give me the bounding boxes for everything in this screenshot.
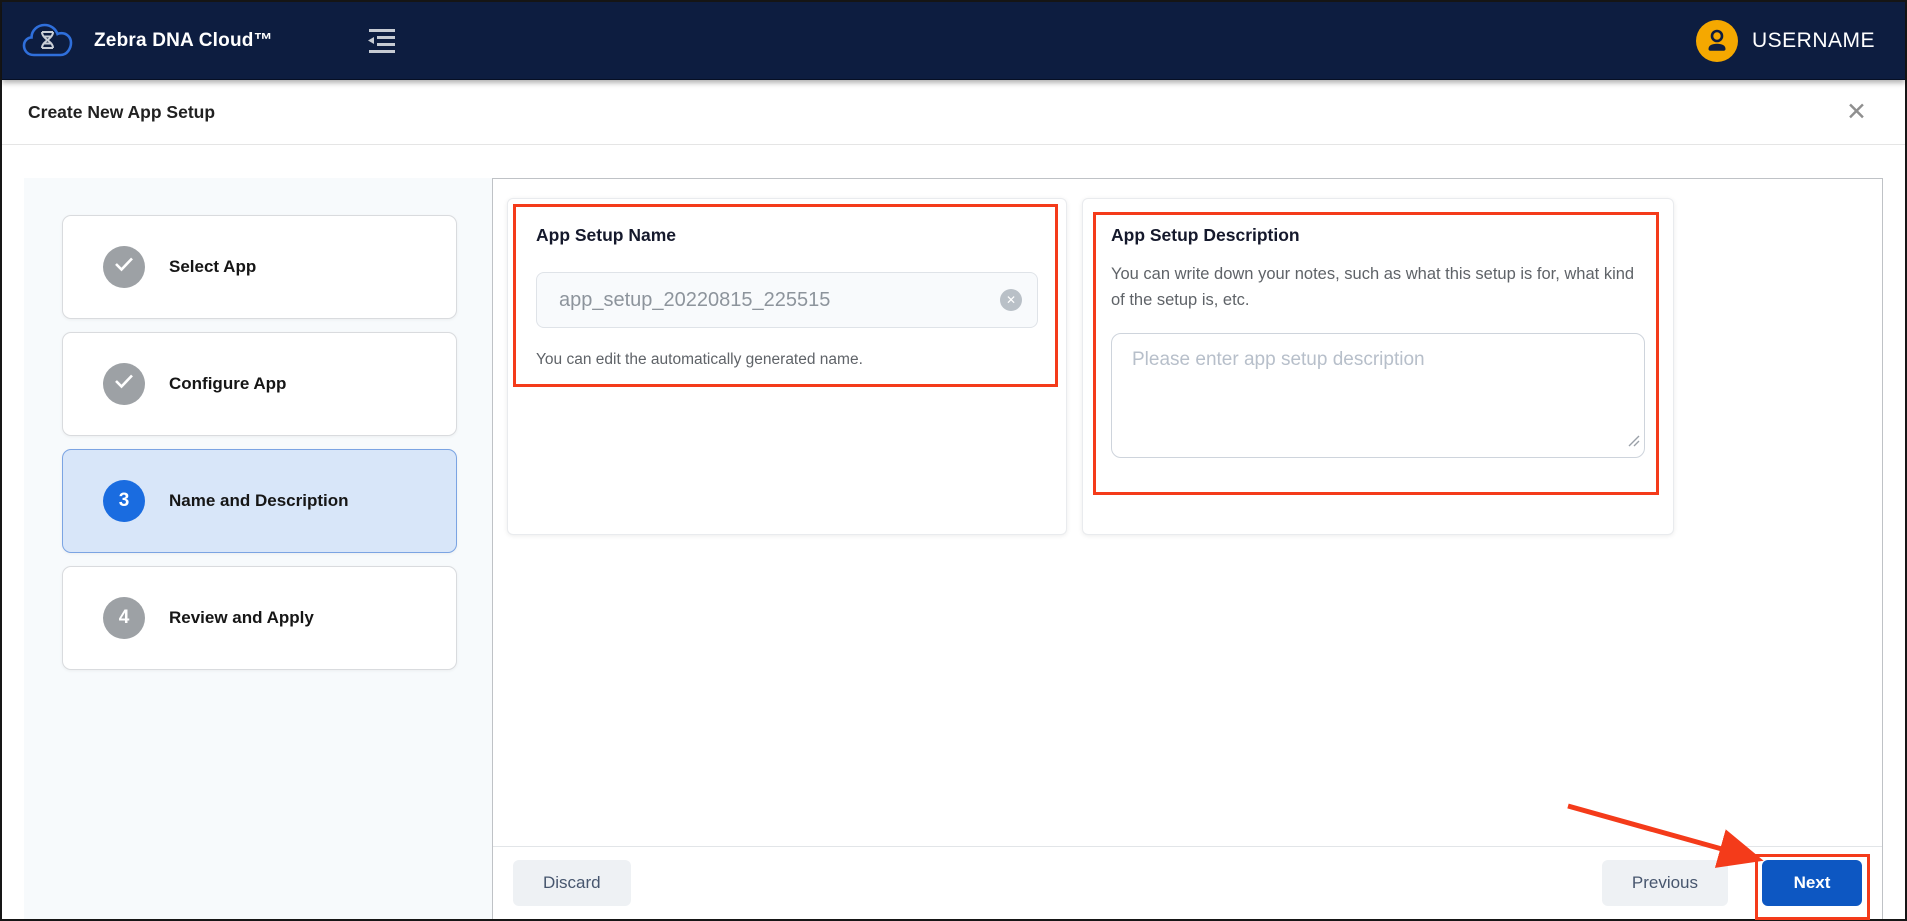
brand-title: Zebra DNA Cloud™ <box>94 30 273 52</box>
app-setup-description-heading: App Setup Description <box>1111 225 1645 246</box>
next-button[interactable]: Next <box>1762 860 1862 906</box>
step-label: Configure App <box>169 374 286 394</box>
zebra-dna-cloud-logo-icon <box>20 17 82 65</box>
step-number-badge: 4 <box>103 597 145 639</box>
textarea-resize-handle-icon[interactable] <box>1628 434 1640 452</box>
step-card-review-and-apply[interactable]: 4 Review and Apply <box>62 566 457 670</box>
indent-decrease-menu-icon[interactable] <box>365 28 399 54</box>
app-setup-description-card: App Setup Description You can write down… <box>1082 198 1674 535</box>
wizard-body: Select App Configure App 3 Name and Desc… <box>2 145 1905 919</box>
wizard-content-panel: App Setup Name ✕ You can edit the automa… <box>492 178 1883 919</box>
step-card-select-app[interactable]: Select App <box>62 215 457 319</box>
app-setup-name-card: App Setup Name ✕ You can edit the automa… <box>507 198 1067 535</box>
clear-input-icon[interactable]: ✕ <box>1000 289 1022 311</box>
description-note-text: You can write down your notes, such as w… <box>1111 262 1645 313</box>
top-navbar: Zebra DNA Cloud™ USERNAME <box>2 2 1905 80</box>
step-card-configure-app[interactable]: Configure App <box>62 332 457 436</box>
app-setup-name-heading: App Setup Name <box>536 225 1038 246</box>
discard-button[interactable]: Discard <box>513 860 631 906</box>
dialog-title-bar: Create New App Setup ✕ <box>2 80 1905 145</box>
username-label: USERNAME <box>1752 29 1875 53</box>
check-icon <box>114 373 134 395</box>
step-card-name-and-description[interactable]: 3 Name and Description <box>62 449 457 553</box>
wizard-footer: Discard Previous Next <box>493 846 1882 919</box>
step-complete-badge <box>103 363 145 405</box>
name-helper-text: You can edit the automatically generated… <box>536 351 1038 369</box>
check-icon <box>114 256 134 278</box>
step-label: Review and Apply <box>169 608 314 628</box>
dialog-title: Create New App Setup <box>28 102 1846 123</box>
step-label: Name and Description <box>169 491 349 511</box>
previous-button[interactable]: Previous <box>1602 860 1728 906</box>
app-setup-description-textarea[interactable] <box>1111 333 1645 458</box>
step-complete-badge <box>103 246 145 288</box>
user-avatar[interactable] <box>1696 20 1738 62</box>
step-number-badge: 3 <box>103 480 145 522</box>
app-setup-name-input[interactable] <box>536 272 1038 328</box>
wizard-steps-panel: Select App Configure App 3 Name and Desc… <box>24 178 492 919</box>
form-cards-row: App Setup Name ✕ You can edit the automa… <box>493 179 1882 535</box>
step-label: Select App <box>169 257 256 277</box>
close-icon[interactable]: ✕ <box>1846 100 1867 125</box>
